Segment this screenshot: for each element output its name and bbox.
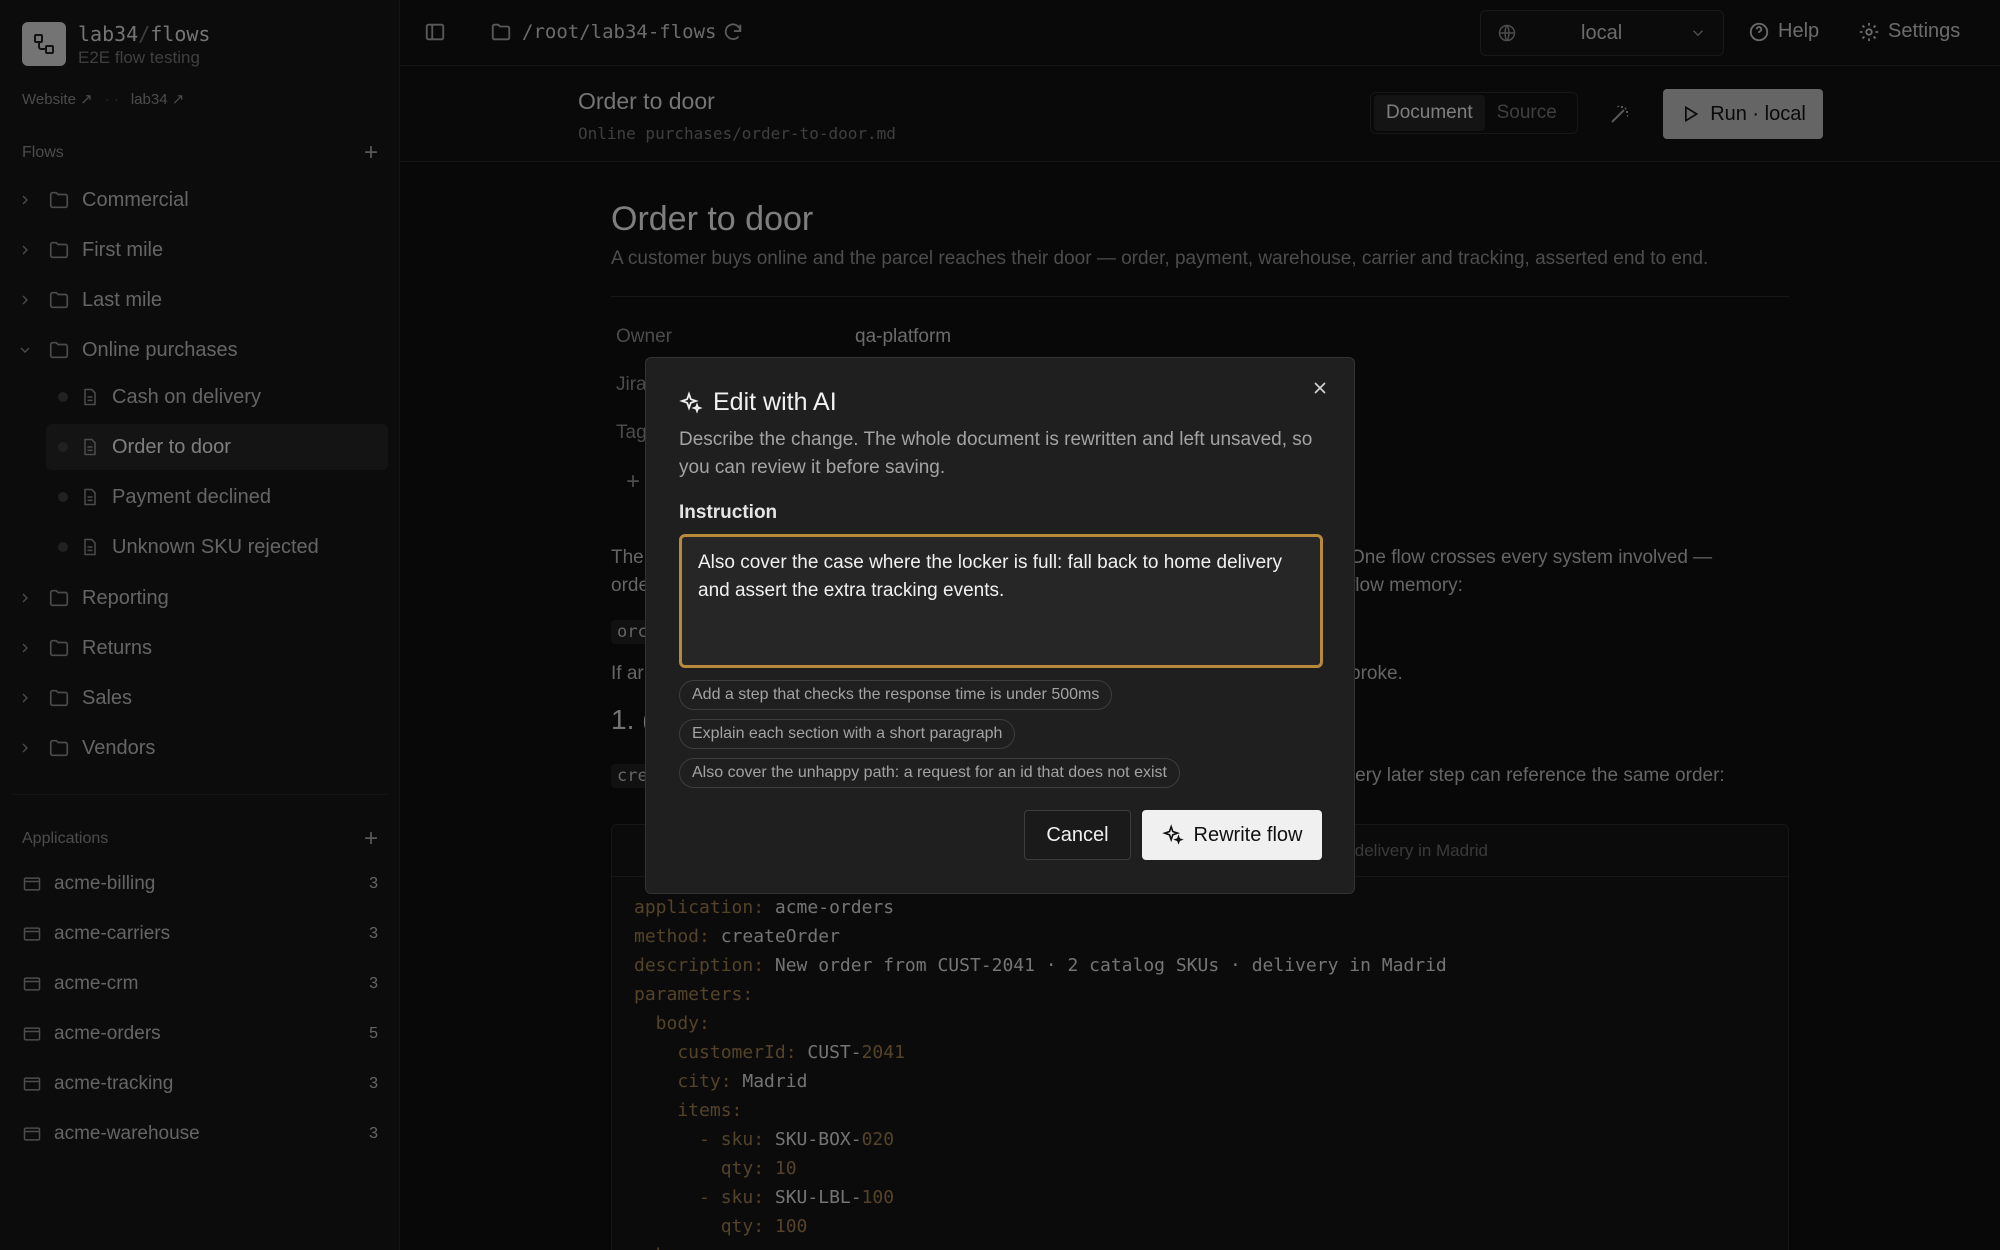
rewrite-flow-label: Rewrite flow (1193, 823, 1303, 846)
dialog-title-text: Edit with AI (713, 388, 837, 416)
dialog-description: Describe the change. The whole document … (679, 429, 1313, 478)
edit-with-ai-dialog: Edit with AI Describe the change. The wh… (645, 357, 1355, 894)
dialog-title: Edit with AI (679, 388, 837, 417)
rewrite-flow-button[interactable]: Rewrite flow (1142, 810, 1322, 860)
suggestion-chip[interactable]: Add a step that checks the response time… (679, 680, 1113, 710)
instruction-label: Instruction (679, 502, 778, 523)
suggestion-chip[interactable]: Explain each section with a short paragr… (679, 719, 1016, 749)
cancel-button[interactable]: Cancel (1024, 810, 1131, 860)
instruction-textarea[interactable]: Also cover the case where the locker is … (679, 534, 1323, 668)
sparkles-icon (679, 390, 703, 415)
suggestion-chip[interactable]: Also cover the unhappy path: a request f… (679, 758, 1180, 788)
sparkles-icon (1161, 824, 1184, 846)
close-icon[interactable] (1310, 378, 1330, 398)
